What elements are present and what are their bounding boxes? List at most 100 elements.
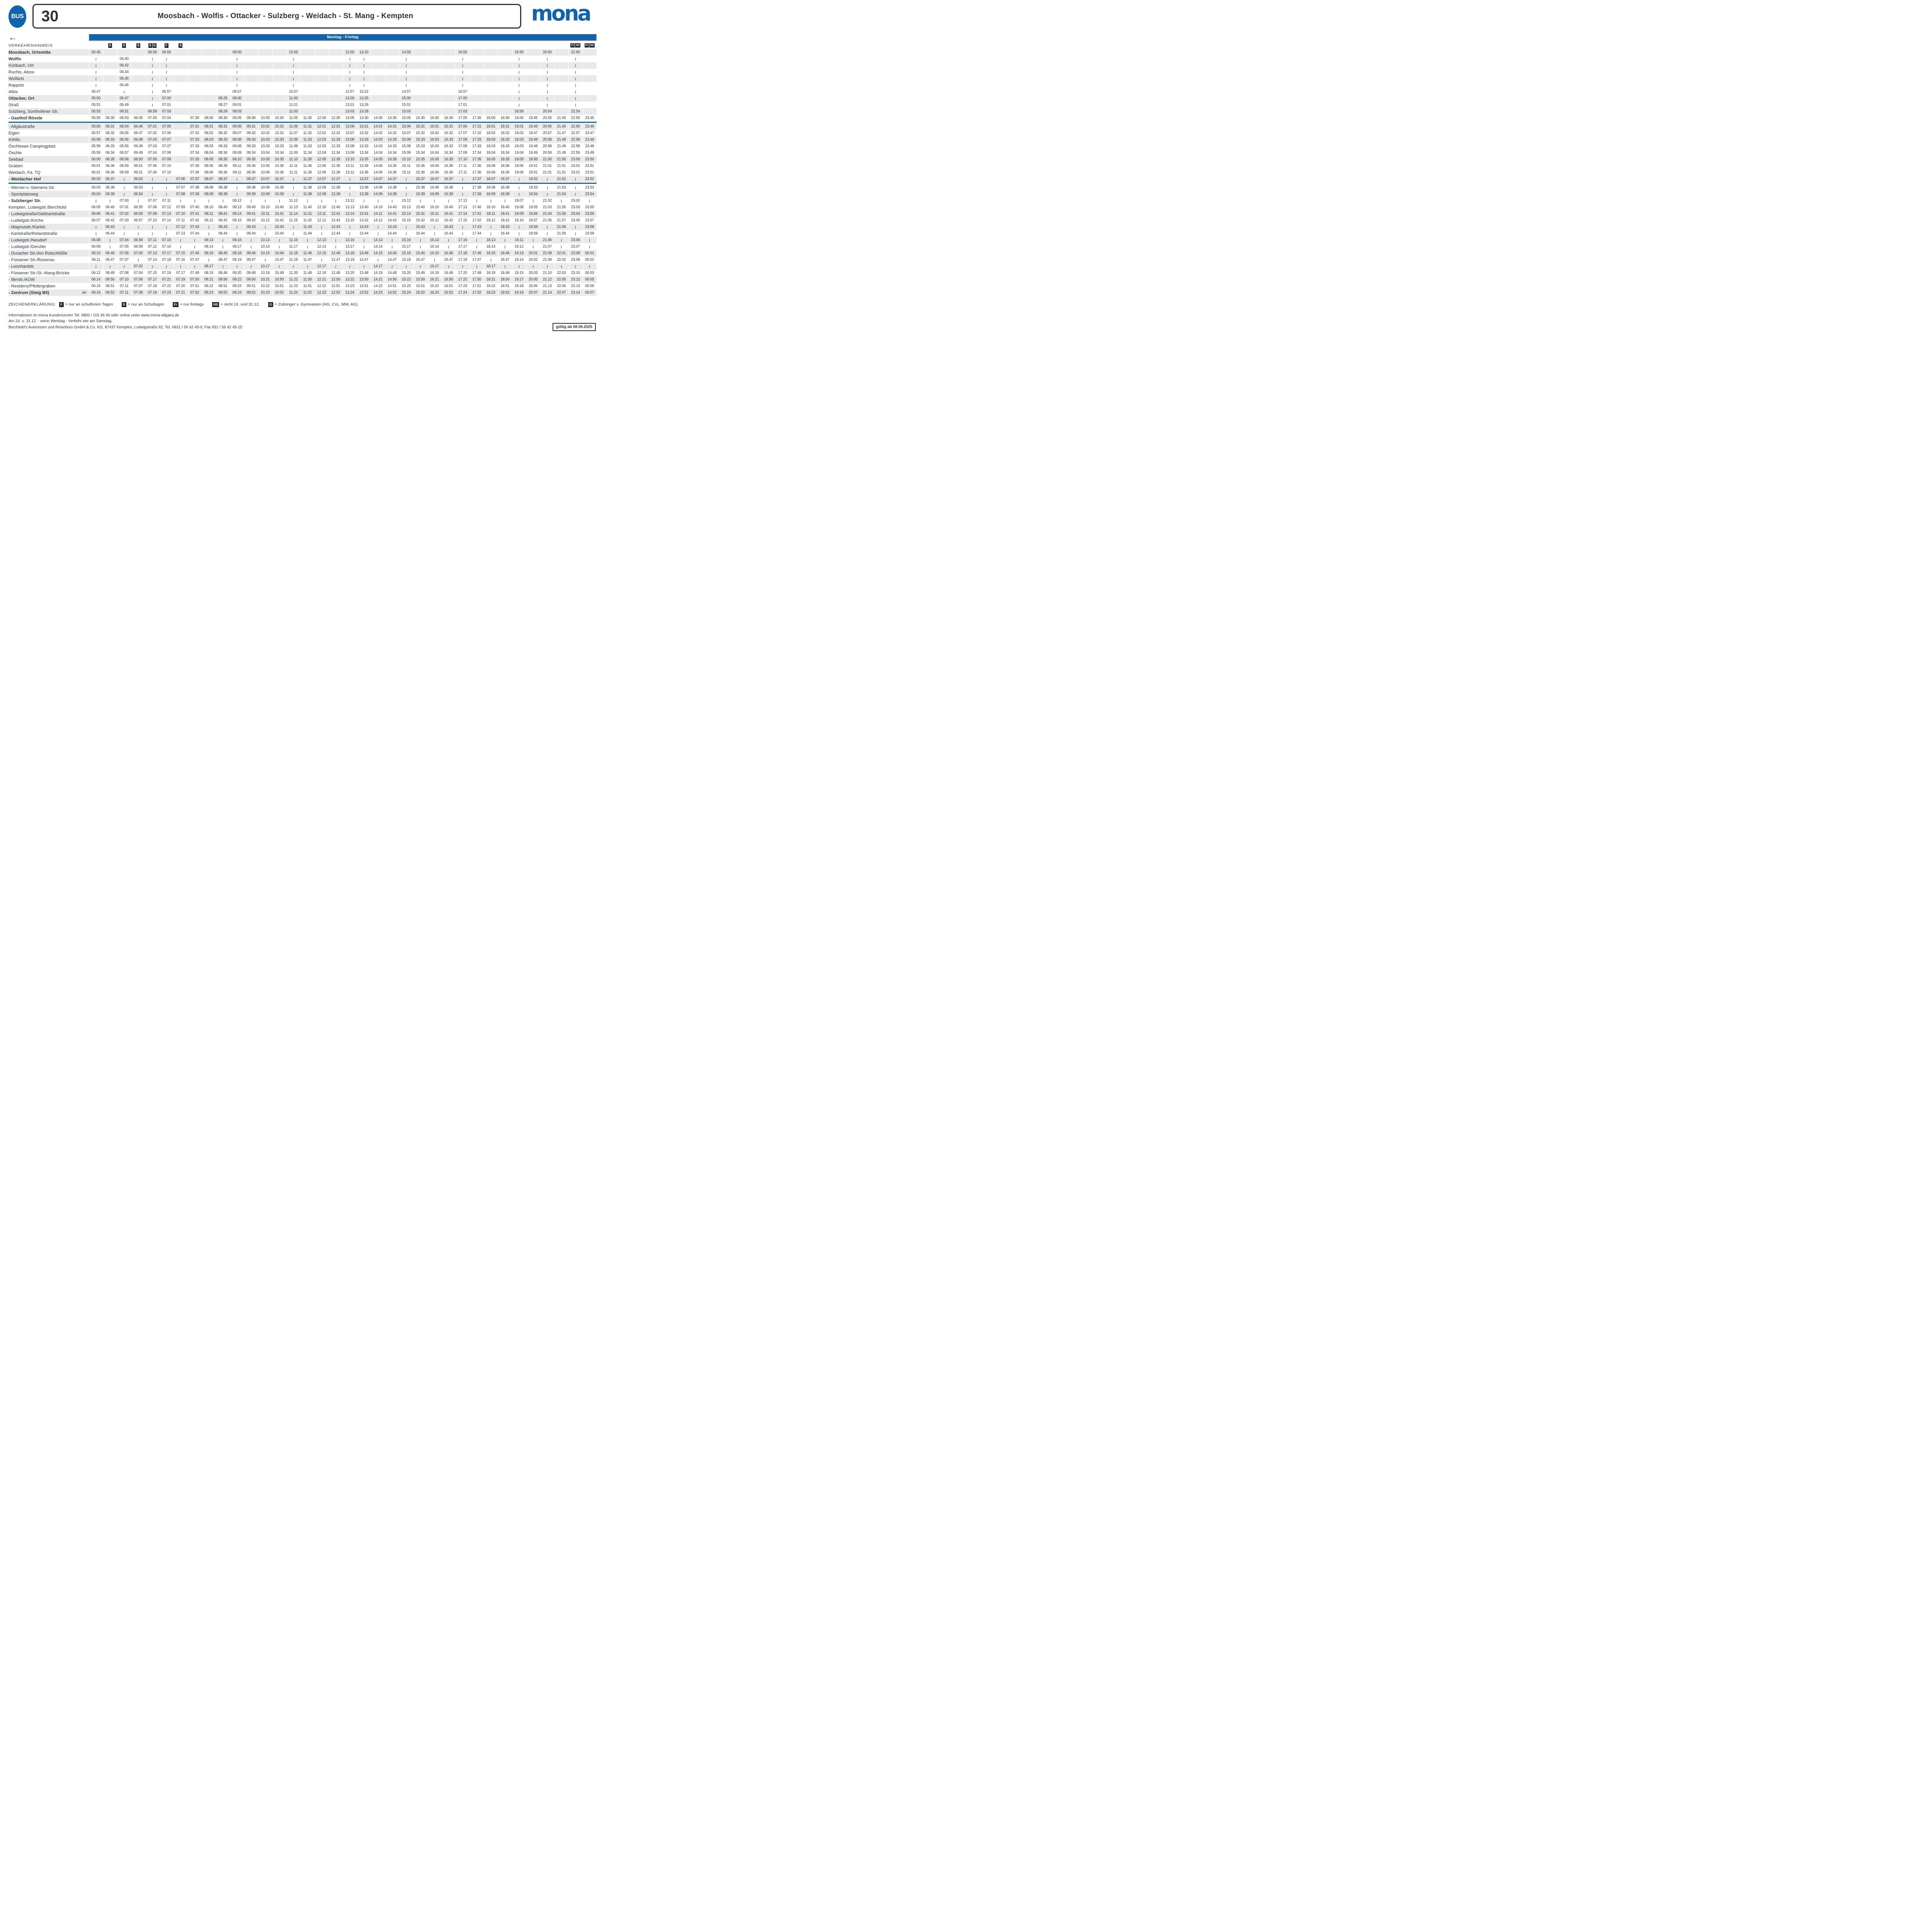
time-cell: 13.48 <box>357 270 371 276</box>
time-cell: 08.29 <box>216 108 230 115</box>
time-cell <box>103 82 117 88</box>
wavy-line: ≀ <box>123 192 125 197</box>
time-cell: 11.07 <box>286 130 301 136</box>
time-cell: 17.33 <box>470 136 484 143</box>
wavy-line: ≀ <box>264 225 266 229</box>
day-band: Montag - Freitag <box>89 34 597 41</box>
time-cell: 11.37 <box>301 176 315 182</box>
time-cell: 15.41 <box>413 211 428 217</box>
time-cell: 18.01 <box>484 123 498 130</box>
time-cell: 23.45 <box>583 115 597 121</box>
wavy-line: ≀ <box>575 70 576 75</box>
time-cell <box>442 82 456 88</box>
time-cell: 12.04 <box>315 150 329 156</box>
time-cell: 17.15 <box>456 217 470 224</box>
table-row: Wolfis≀06.40≀≀≀≀≀≀≀≀≀≀≀ <box>9 56 597 62</box>
wavy-line: ≀ <box>575 177 576 182</box>
time-cell: 16.11 <box>427 211 442 217</box>
time-cell: ≀ <box>272 243 287 250</box>
time-cell: 07.40 <box>188 204 202 211</box>
time-cell: 08.52 <box>216 289 230 296</box>
time-cell <box>315 62 329 69</box>
time-cell: 16.33 <box>442 136 456 143</box>
verkehrshinweis-cell: S <box>131 43 146 48</box>
verkehrshinweis-cell <box>385 43 400 48</box>
time-cell <box>103 75 117 82</box>
time-cell <box>131 95 146 102</box>
time-cell: 15.47 <box>413 257 428 263</box>
time-cell <box>583 102 597 108</box>
wavy-line: ≀ <box>194 245 196 249</box>
wavy-line: ≀ <box>349 83 350 88</box>
time-cell: 07.21 <box>173 289 188 296</box>
time-cell: 07.52 <box>188 289 202 296</box>
time-cell <box>470 108 484 115</box>
time-cell: 06.33 <box>103 136 117 143</box>
time-cell <box>484 82 498 88</box>
verkehrshinweis-cell: S <box>117 43 131 48</box>
time-cell: 07.16 <box>160 243 174 250</box>
wavy-line: ≀ <box>166 76 167 81</box>
wavy-line: ≀ <box>405 76 407 81</box>
time-cell: 13.20 <box>343 270 357 276</box>
time-cell: 16.22 <box>427 283 442 289</box>
time-cell <box>470 95 484 102</box>
wavy-line: ≀ <box>518 57 520 61</box>
time-cell: 18.07 <box>484 176 498 182</box>
stop-name: Wolfarts <box>9 75 89 82</box>
wavy-line: ≀ <box>123 177 125 182</box>
time-cell: ≀ <box>89 56 103 62</box>
wavy-line: ≀ <box>405 231 407 236</box>
time-cell: 10.19 <box>258 270 272 276</box>
time-cell <box>413 88 428 95</box>
time-cell: 16.46 <box>442 250 456 257</box>
time-cell: 17.36 <box>470 163 484 169</box>
time-cell: 13.28 <box>357 108 371 115</box>
note-badge: S <box>122 43 126 48</box>
time-cell <box>244 75 259 82</box>
wavy-line: ≀ <box>194 238 196 243</box>
time-cell: 18.47 <box>498 257 512 263</box>
time-cell: 08.05 <box>202 156 216 163</box>
time-cell: ≀ <box>244 243 259 250</box>
time-cell: 22.58 <box>568 143 583 150</box>
wavy-line: ≀ <box>575 76 576 81</box>
time-cell: 10.40 <box>272 204 287 211</box>
time-cell: 22.02 <box>554 257 569 263</box>
time-cell: 10.38 <box>272 184 287 191</box>
time-cell: 11.17 <box>286 243 301 250</box>
time-cell <box>442 95 456 102</box>
time-cell: 09.31 <box>244 123 259 130</box>
table-row: Öschle05.5906.3406.5706.4907.0407.0807.3… <box>9 150 597 156</box>
time-cell <box>329 102 343 108</box>
time-cell: 14.47 <box>385 257 400 263</box>
time-cell: 19.01 <box>512 123 526 130</box>
time-cell: ≀ <box>117 224 131 230</box>
time-cell <box>427 102 442 108</box>
time-cell: 07.18 <box>160 257 174 263</box>
time-cell: 09.18 <box>230 250 244 257</box>
time-cell: 12.03 <box>315 136 329 143</box>
time-cell <box>258 75 272 82</box>
time-cell: 23.12 <box>568 276 583 283</box>
wavy-line: ≀ <box>293 177 294 182</box>
verkehrshinweis-cell <box>216 43 230 48</box>
time-cell: 08.32 <box>216 130 230 136</box>
time-cell: 06.56 <box>117 143 131 150</box>
time-cell: 12.07 <box>315 176 329 182</box>
time-cell: ≀ <box>131 257 146 263</box>
time-cell: 08.19 <box>202 270 216 276</box>
wavy-line: ≀ <box>363 245 365 249</box>
time-cell: ≀ <box>399 56 413 62</box>
time-cell: ≀ <box>456 69 470 75</box>
wavy-line: ≀ <box>138 258 139 262</box>
time-cell: ≀ <box>230 191 244 197</box>
time-cell: ≀ <box>512 176 526 182</box>
time-cell: 21.08 <box>540 250 554 257</box>
time-cell: 21.49 <box>554 150 569 156</box>
time-cell <box>315 95 329 102</box>
time-cell: 09.33 <box>244 136 259 143</box>
time-cell: 10.11 <box>258 211 272 217</box>
time-cell: 17.00 <box>456 95 470 102</box>
time-cell: 20.55 <box>540 115 554 121</box>
